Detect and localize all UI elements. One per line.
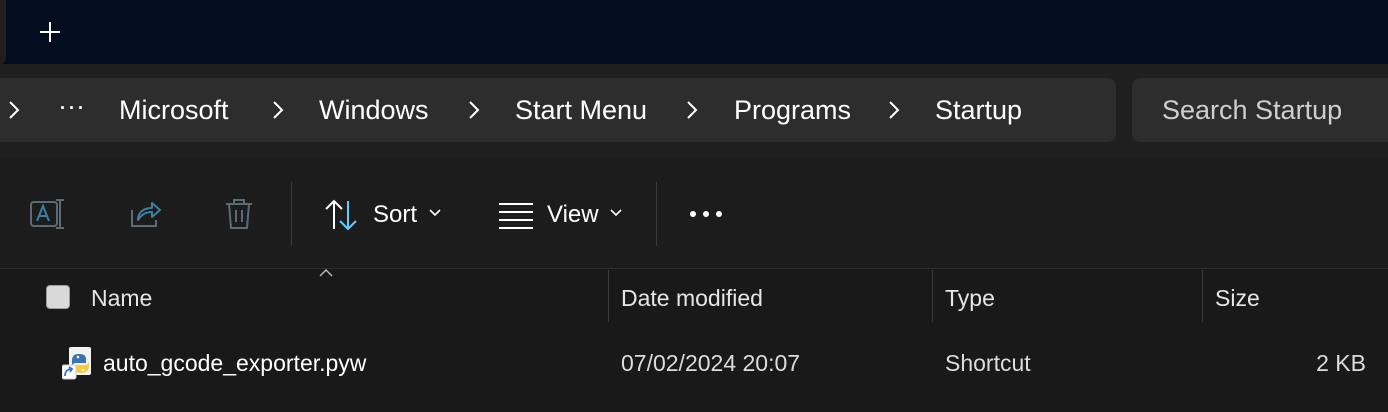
more-icon[interactable] <box>686 194 726 234</box>
breadcrumb-item-startup[interactable]: Startup <box>935 78 1022 142</box>
rename-icon[interactable] <box>27 194 67 234</box>
column-header-name[interactable]: Name <box>91 284 152 312</box>
column-header-size[interactable]: Size <box>1215 284 1260 312</box>
tab-strip <box>0 0 1388 64</box>
breadcrumb-more[interactable]: ··· <box>58 74 85 138</box>
breadcrumb-item-programs[interactable]: Programs <box>734 78 851 142</box>
file-date-modified: 07/02/2024 20:07 <box>621 350 801 376</box>
share-icon[interactable] <box>124 194 164 234</box>
sort-button-label[interactable]: Sort <box>373 200 417 230</box>
sort-ascending-icon <box>319 269 333 277</box>
sort-icon[interactable] <box>322 195 362 235</box>
toolbar-divider <box>656 182 657 246</box>
breadcrumb[interactable]: ··· Microsoft Windows Start Menu Program… <box>0 78 1116 142</box>
breadcrumb-item-windows[interactable]: Windows <box>319 78 429 142</box>
column-header-date-modified[interactable]: Date modified <box>621 284 763 312</box>
view-button-label[interactable]: View <box>547 200 599 230</box>
python-shortcut-icon <box>62 347 91 380</box>
plus-icon <box>40 22 60 42</box>
file-size: 2 KB <box>1316 350 1366 376</box>
select-all-checkbox[interactable] <box>46 285 70 309</box>
chevron-right-icon[interactable] <box>462 98 486 122</box>
file-type: Shortcut <box>945 350 1031 376</box>
breadcrumb-item-microsoft[interactable]: Microsoft <box>119 78 229 142</box>
file-name[interactable]: auto_gcode_exporter.pyw <box>103 349 366 377</box>
column-divider[interactable] <box>1202 270 1203 322</box>
breadcrumb-item-start-menu[interactable]: Start Menu <box>515 78 647 142</box>
chevron-down-icon[interactable] <box>426 204 444 222</box>
column-header-type[interactable]: Type <box>945 284 995 312</box>
chevron-right-icon[interactable] <box>266 98 290 122</box>
search-box[interactable] <box>1132 78 1388 142</box>
search-input[interactable] <box>1162 78 1388 142</box>
delete-icon[interactable] <box>219 194 259 234</box>
toolbar-divider <box>291 182 292 246</box>
chevron-right-icon[interactable] <box>2 98 26 122</box>
view-icon[interactable] <box>497 196 537 236</box>
chevron-right-icon[interactable] <box>680 98 704 122</box>
column-divider[interactable] <box>932 270 933 322</box>
chevron-down-icon[interactable] <box>607 204 625 222</box>
active-tab-edge[interactable] <box>0 0 6 64</box>
chevron-right-icon[interactable] <box>882 98 906 122</box>
new-tab-button[interactable] <box>30 12 70 52</box>
column-divider[interactable] <box>608 270 609 322</box>
